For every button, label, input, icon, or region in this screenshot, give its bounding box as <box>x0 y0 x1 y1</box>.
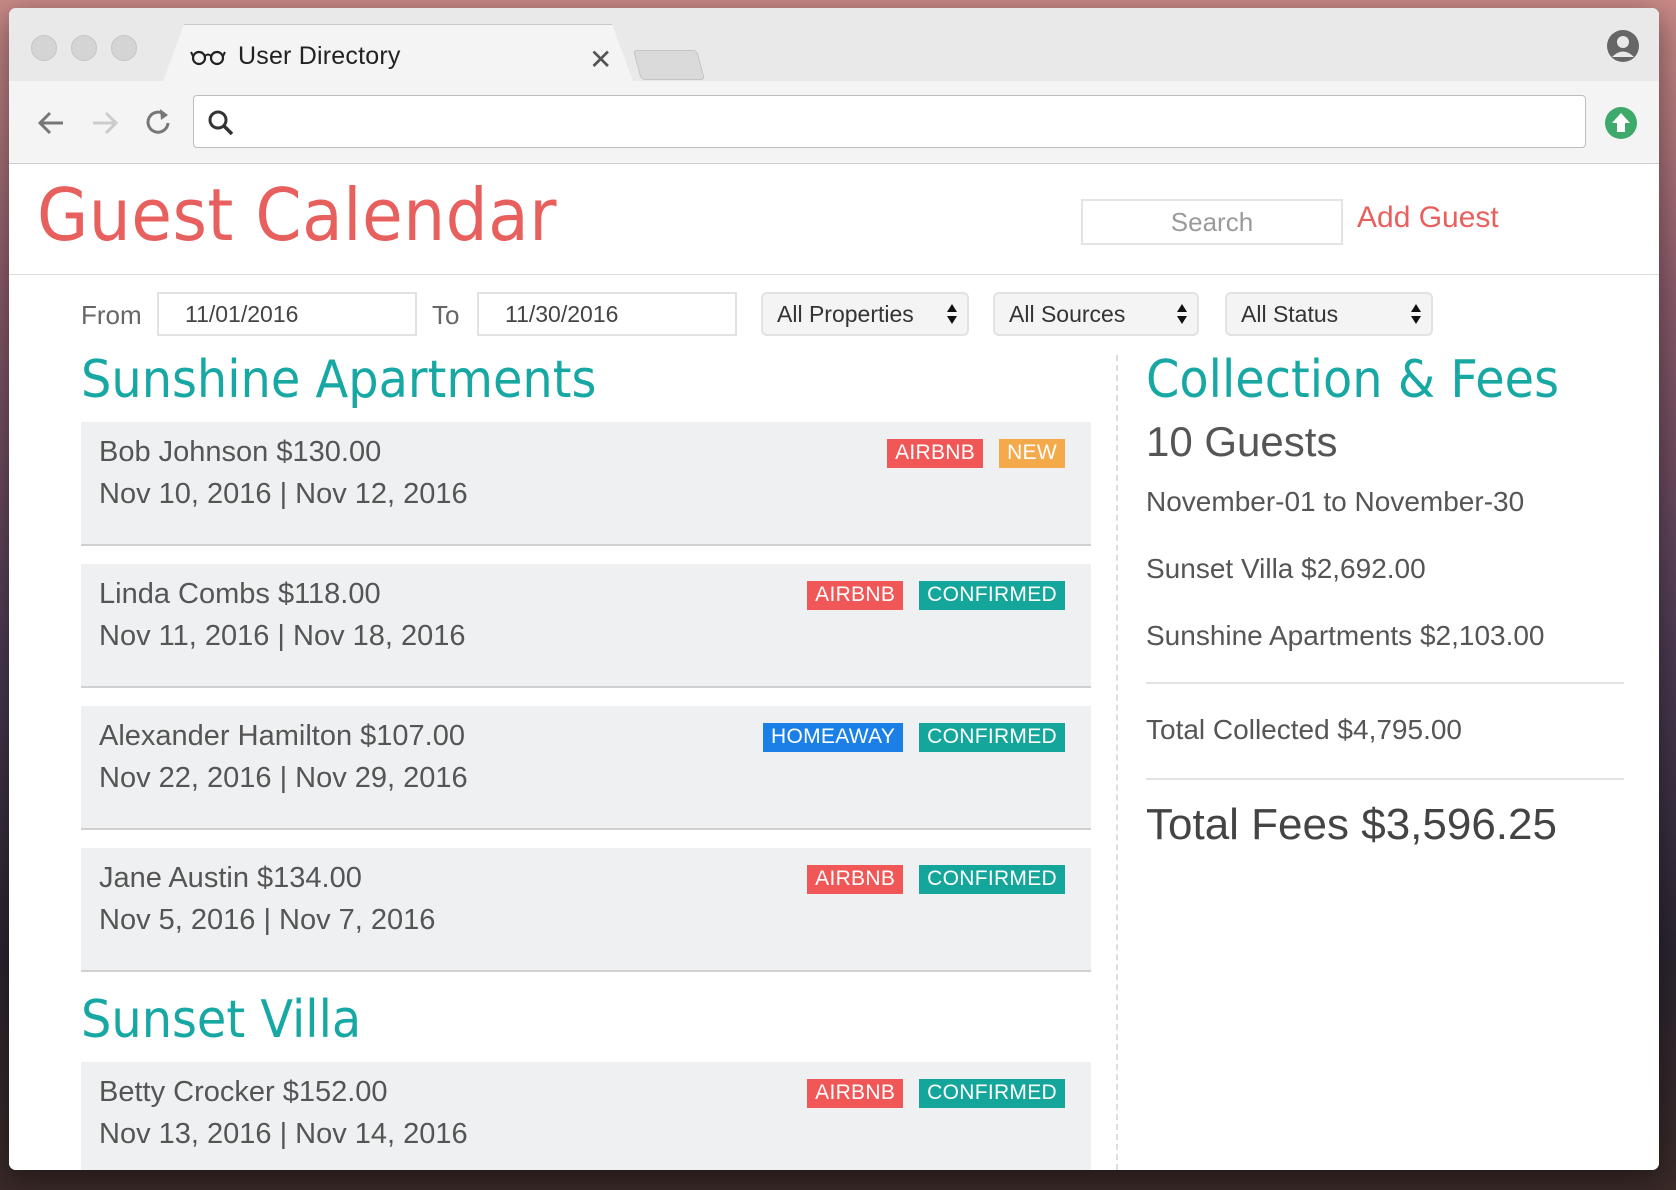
tab-bar: User Directory ✕ <box>9 8 1659 84</box>
guest-dates: Nov 13, 2016 | Nov 14, 2016 <box>99 1118 468 1150</box>
status-badge[interactable]: CONFIRMED <box>919 723 1065 752</box>
tab-close-icon[interactable]: ✕ <box>589 46 612 74</box>
guest-name-amount: Bob Johnson $130.00 <box>99 436 381 469</box>
summary-divider <box>1146 682 1624 684</box>
guest-dates: Nov 11, 2016 | Nov 18, 2016 <box>99 620 466 652</box>
reload-icon[interactable] <box>140 105 176 141</box>
total-fees-label: Total Fees <box>1146 800 1349 849</box>
collection-summary: Collection & Fees 10 Guests November-01 … <box>1146 350 1626 850</box>
browser-toolbar <box>9 81 1659 164</box>
sources-select[interactable]: All Sources <box>993 292 1199 336</box>
guest-name: Linda Combs <box>99 578 270 610</box>
property-title: Sunset Villa <box>81 990 362 1050</box>
guest-name-amount: Jane Austin $134.00 <box>99 862 362 895</box>
window-controls <box>31 35 137 61</box>
guest-name: Jane Austin <box>99 862 249 894</box>
guest-card[interactable]: Alexander Hamilton $107.00 Nov 22, 2016 |… <box>81 706 1091 830</box>
update-arrow-icon[interactable] <box>1603 105 1639 141</box>
tab-title: User Directory <box>238 42 401 70</box>
guest-amount: $107.00 <box>360 720 465 752</box>
status-select[interactable]: All Status <box>1225 292 1433 336</box>
guest-name: Betty Crocker <box>99 1076 275 1108</box>
guest-amount: $134.00 <box>257 862 362 894</box>
guest-dates: Nov 10, 2016 | Nov 12, 2016 <box>99 478 468 510</box>
guest-amount: $130.00 <box>276 436 382 468</box>
status-select-value: All Status <box>1241 301 1339 327</box>
properties-select-value: All Properties <box>777 301 914 327</box>
badge-group: AIRBNB CONFIRMED <box>807 865 1065 894</box>
source-badge[interactable]: AIRBNB <box>807 1079 904 1108</box>
guest-name-amount: Betty Crocker $152.00 <box>99 1076 388 1109</box>
select-arrows-icon <box>947 304 957 324</box>
address-input[interactable] <box>246 104 1566 140</box>
search-input[interactable] <box>1081 199 1343 245</box>
page-content: Guest Calendar Add Guest From 11/01/2016… <box>9 165 1659 1170</box>
zoom-window-button[interactable] <box>111 35 137 61</box>
address-bar[interactable] <box>193 95 1586 148</box>
badge-group: AIRBNB CONFIRMED <box>807 581 1065 610</box>
from-label: From <box>81 300 142 330</box>
guest-count: 10 Guests <box>1146 418 1338 465</box>
status-badge[interactable]: CONFIRMED <box>919 581 1065 610</box>
summary-title: Collection & Fees <box>1146 350 1560 410</box>
sources-select-value: All Sources <box>1009 301 1126 327</box>
summary-divider <box>1146 778 1624 780</box>
guest-card[interactable]: Jane Austin $134.00 Nov 5, 2016 | Nov 7, … <box>81 848 1091 972</box>
guest-card[interactable]: Betty Crocker $152.00 Nov 13, 2016 | Nov … <box>81 1062 1091 1170</box>
status-badge[interactable]: NEW <box>999 439 1065 468</box>
guest-name-amount: Alexander Hamilton $107.00 <box>99 720 465 753</box>
minimize-window-button[interactable] <box>71 35 97 61</box>
select-arrows-icon <box>1411 304 1421 324</box>
source-badge[interactable]: AIRBNB <box>887 439 984 468</box>
guest-name: Bob Johnson <box>99 436 269 468</box>
to-date-input[interactable]: 11/30/2016 <box>477 292 737 336</box>
date-range: November-01 to November-30 <box>1146 486 1525 517</box>
forward-arrow-icon[interactable] <box>87 105 123 141</box>
status-badge[interactable]: CONFIRMED <box>919 1079 1065 1108</box>
total-fees: Total Fees $3,596.25 <box>1146 800 1626 850</box>
property-total-sunshine-apartments: Sunshine Apartments $2,103.00 <box>1146 620 1545 651</box>
guest-amount: $118.00 <box>277 578 381 610</box>
select-arrows-icon <box>1177 304 1187 324</box>
filter-bar: From 11/01/2016 To 11/30/2016 All Proper… <box>9 288 1659 338</box>
guest-card[interactable]: Linda Combs $118.00 Nov 11, 2016 | Nov 18… <box>81 564 1091 688</box>
properties-select[interactable]: All Properties <box>761 292 969 336</box>
badge-group: AIRBNB NEW <box>887 439 1065 468</box>
guest-dates: Nov 22, 2016 | Nov 29, 2016 <box>99 762 468 794</box>
guest-card[interactable]: Bob Johnson $130.00 Nov 10, 2016 | Nov 12… <box>81 422 1091 546</box>
guest-amount: $152.00 <box>282 1076 388 1108</box>
badge-group: HOMEAWAY CONFIRMED <box>763 723 1065 752</box>
app-header: Guest Calendar Add Guest <box>9 165 1659 275</box>
guest-dates: Nov 5, 2016 | Nov 7, 2016 <box>99 904 436 936</box>
guest-name-amount: Linda Combs $118.00 <box>99 578 381 611</box>
badge-group: AIRBNB CONFIRMED <box>807 1079 1065 1108</box>
to-label: To <box>432 300 460 330</box>
properties-list: Sunshine Apartments Bob Johnson $130.00 No… <box>81 350 1101 1170</box>
page-title: Guest Calendar <box>37 173 557 257</box>
tab-header: User Directory <box>190 42 401 71</box>
from-date-input[interactable]: 11/01/2016 <box>157 292 417 336</box>
profile-icon[interactable] <box>1605 28 1641 64</box>
glasses-icon <box>190 50 226 65</box>
status-badge[interactable]: CONFIRMED <box>919 865 1065 894</box>
back-arrow-icon[interactable] <box>33 105 69 141</box>
column-divider <box>1116 355 1118 1170</box>
source-badge[interactable]: HOMEAWAY <box>763 723 904 752</box>
close-window-button[interactable] <box>31 35 57 61</box>
source-badge[interactable]: AIRBNB <box>807 865 904 894</box>
total-collected: Total Collected $4,795.00 <box>1146 714 1462 745</box>
guest-name: Alexander Hamilton <box>99 720 353 752</box>
search-icon <box>208 110 234 136</box>
property-total-sunset-villa: Sunset Villa $2,692.00 <box>1146 553 1426 584</box>
property-title: Sunshine Apartments <box>81 350 597 410</box>
total-fees-value: $3,596.25 <box>1361 800 1557 849</box>
browser-window: User Directory ✕ Guest Calendar Search A… <box>9 8 1659 1170</box>
source-badge[interactable]: AIRBNB <box>807 581 904 610</box>
new-tab-button[interactable] <box>632 50 706 80</box>
add-guest-link[interactable]: Add Guest <box>1357 201 1499 235</box>
